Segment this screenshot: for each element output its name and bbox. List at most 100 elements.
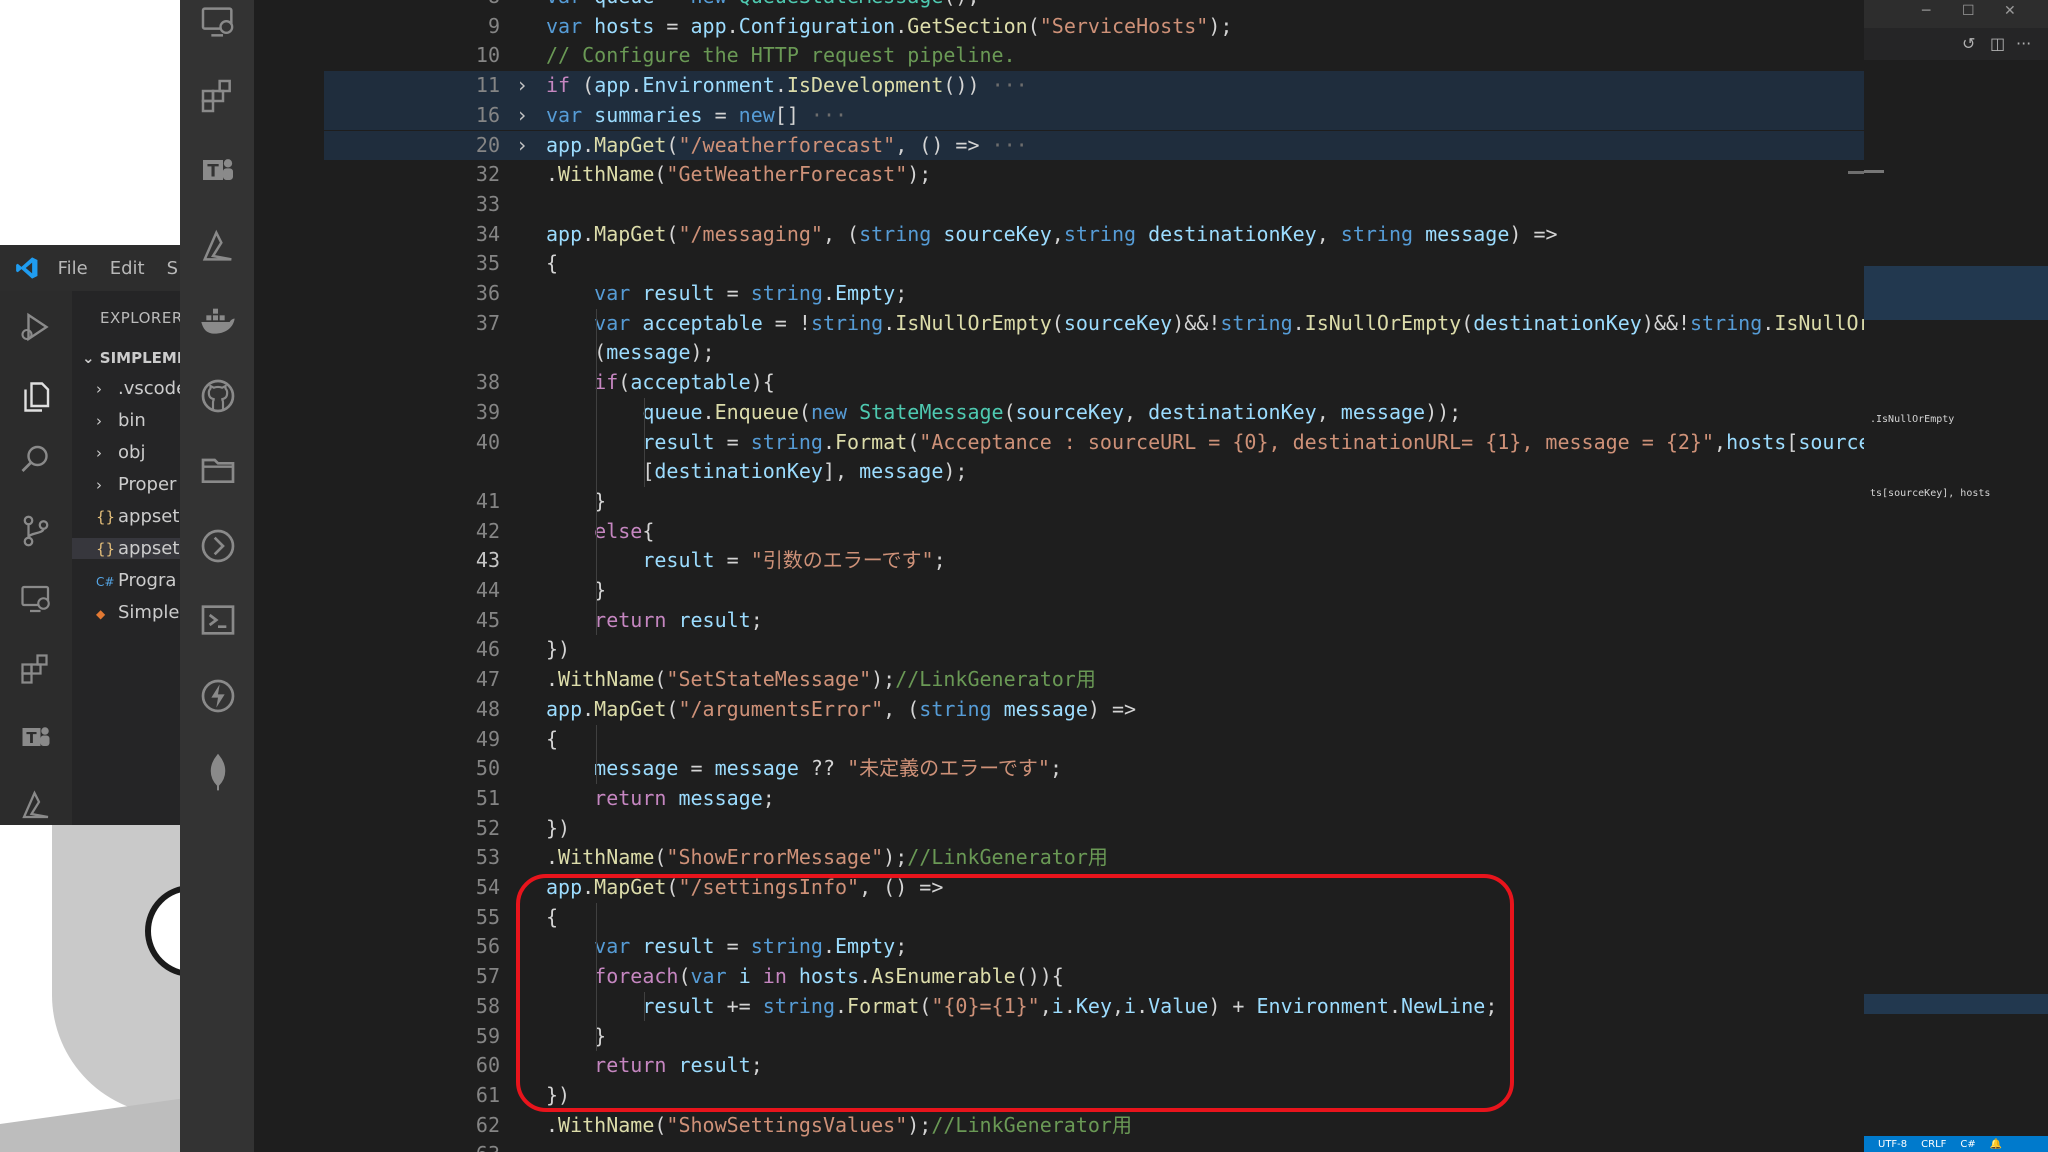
activity-bar: T (180, 0, 254, 1152)
code-line[interactable]: 57 foreach(var i in hosts.AsEnumerable()… (324, 962, 1864, 992)
code-line[interactable]: 55 { (324, 903, 1864, 933)
code-line[interactable]: 11 › if (app.Environment.IsDevelopment()) … (324, 71, 1864, 101)
menu-selection[interactable]: S (167, 258, 178, 279)
code-text: app.MapGet("/messaging", (string sourceK… (546, 221, 1558, 246)
remote-explorer-icon[interactable] (198, 2, 238, 42)
remote-explorer-icon[interactable] (18, 581, 54, 617)
line-number: 57 (475, 964, 500, 989)
code-text: app.MapGet("/settingsInfo", () => (546, 875, 944, 899)
vscode-logo-icon (16, 257, 38, 279)
explorer-icon[interactable] (18, 379, 54, 415)
azure-icon[interactable] (198, 226, 238, 266)
project-root-folder[interactable]: ⌄ SIMPLEME (82, 349, 187, 367)
minimize-icon[interactable]: ─ (1922, 3, 1930, 19)
code-line[interactable]: 53 .WithName("ShowErrorMessage");//LinkGe… (324, 843, 1864, 873)
code-line[interactable]: 37 var acceptable = !string.IsNullOrEmpt… (324, 309, 1931, 339)
split-editor-icon[interactable]: ◫ (1990, 34, 2005, 53)
github-icon[interactable] (198, 376, 238, 416)
code-line[interactable]: 58 result += string.Format("{0}={1}",i.K… (324, 992, 1864, 1022)
azure-icon[interactable] (18, 787, 54, 823)
code-line[interactable]: 36 var result = string.Empty; (324, 279, 1864, 309)
code-line[interactable]: 52}) (324, 814, 1864, 844)
code-line[interactable]: 38 if(acceptable){ (324, 368, 1864, 398)
tree-item-appsettings[interactable]: {} appset (96, 506, 179, 527)
fold-chevron-icon[interactable]: › (516, 131, 528, 161)
line-number: 56 (475, 934, 500, 959)
mongodb-leaf-icon[interactable] (198, 752, 238, 792)
line-number: 38 (475, 370, 500, 395)
tree-item-properties[interactable]: › Proper (96, 474, 176, 495)
code-line[interactable]: 48 app.MapGet("/argumentsError", (string … (324, 695, 1864, 725)
code-line[interactable]: 35 { (324, 249, 1864, 279)
history-icon[interactable]: ↺ (1962, 34, 1975, 53)
code-line[interactable]: 16 › var summaries = new[] ··· (324, 100, 1864, 131)
project-file-icon: ◆ (96, 607, 106, 621)
status-line-ending[interactable]: CRLF (1921, 1139, 1946, 1150)
code-line[interactable]: 42 else{ (324, 517, 1864, 547)
close-icon[interactable]: ✕ (2004, 3, 2016, 19)
code-line[interactable]: 56 var result = string.Empty; (324, 932, 1864, 962)
code-text: if (app.Environment.IsDevelopment()) ··· (546, 73, 1028, 98)
code-line[interactable]: 8 var queue = new QueueStateMessage(); (324, 0, 1864, 12)
code-line[interactable]: 50 message = message ?? "未定義のエラーです"; (324, 754, 1864, 784)
code-line[interactable]: 62 .WithName("ShowSettingsValues");//Link… (324, 1111, 1864, 1141)
run-debug-icon[interactable] (18, 309, 54, 345)
code-line[interactable]: 34 app.MapGet("/messaging", (string sourc… (324, 220, 1864, 250)
code-line[interactable]: 9 var hosts = app.Configuration.GetSectio… (324, 12, 1864, 42)
code-line[interactable]: 32 .WithName("GetWeatherForecast"); (324, 160, 1864, 190)
tree-item-program[interactable]: C# Progra (96, 570, 176, 591)
tree-item-bin[interactable]: › bin (96, 410, 146, 431)
code-line[interactable]: 47 .WithName("SetStateMessage");//LinkGen… (324, 665, 1864, 695)
menu-file[interactable]: File (58, 258, 88, 279)
code-line[interactable]: 61}) (324, 1081, 1864, 1111)
code-line[interactable]: 63 (324, 1140, 1864, 1152)
extensions-icon[interactable] (198, 76, 238, 116)
tree-item-simple[interactable]: ◆ Simple (96, 602, 179, 623)
code-line[interactable]: 59 } (324, 1022, 1864, 1052)
menu-edit[interactable]: Edit (110, 258, 145, 279)
scrollbar-thumb[interactable] (1848, 171, 1864, 174)
code-line[interactable]: 46}) (324, 635, 1864, 665)
folder-icon[interactable] (198, 450, 238, 490)
terminal-icon[interactable] (198, 600, 238, 640)
csharp-file-icon: C# (96, 575, 115, 589)
code-line[interactable]: 54 app.MapGet("/settingsInfo", () => (324, 873, 1864, 903)
code-line[interactable]: 20 › app.MapGet("/weatherforecast", () => … (324, 130, 1864, 161)
search-icon[interactable] (18, 441, 54, 477)
code-editor[interactable]: 8 var queue = new QueueStateMessage(); 9 va… (324, 0, 2003, 1152)
code-line[interactable]: 60 return result; (324, 1051, 1864, 1081)
extensions-icon[interactable] (18, 651, 54, 687)
fold-chevron-icon[interactable]: › (516, 71, 528, 101)
code-text: result = string.Format("Acceptance : sou… (642, 429, 2003, 454)
line-number: 43 (475, 548, 500, 573)
code-line[interactable]: 45 return result; (324, 606, 1864, 636)
code-line[interactable]: 44 } (324, 576, 1864, 606)
tree-item-obj[interactable]: › obj (96, 442, 145, 463)
code-line[interactable]: 39 queue.Enqueue(new StateMessage(source… (324, 398, 1864, 428)
code-line[interactable]: 33 (324, 190, 1864, 220)
code-line[interactable]: [destinationKey], message); (324, 457, 1864, 487)
fold-chevron-icon[interactable]: › (516, 101, 528, 131)
status-encoding[interactable]: UTF-8 (1878, 1139, 1907, 1150)
source-control-icon[interactable] (18, 513, 54, 549)
more-actions-icon[interactable]: ··· (2016, 34, 2031, 53)
lightning-icon[interactable] (198, 676, 238, 716)
line-number: 47 (475, 667, 500, 692)
timeline-icon[interactable] (198, 526, 238, 566)
code-line[interactable]: 49 { (324, 725, 1864, 755)
code-line[interactable]: 41 } (324, 487, 1864, 517)
teams-icon[interactable]: T (198, 150, 238, 190)
code-line[interactable]: 10 // Configure the HTTP request pipeline… (324, 41, 1864, 71)
code-text: message = message ?? "未定義のエラーです"; (594, 756, 1062, 781)
teams-icon[interactable]: T (18, 719, 54, 755)
notifications-icon[interactable]: 🔔 (1990, 1139, 2002, 1150)
maximize-icon[interactable]: ☐ (1962, 3, 1975, 19)
code-line[interactable]: (message); (324, 338, 1864, 368)
code-line[interactable]: 51 return message; (324, 784, 1864, 814)
code-text: var summaries = new[] ··· (546, 102, 848, 127)
code-line[interactable]: 43 result = "引数のエラーです"; (324, 546, 1864, 576)
tree-item-vscode[interactable]: › .vscode (96, 378, 187, 399)
docker-icon[interactable] (198, 302, 238, 342)
status-language[interactable]: C# (1960, 1139, 1975, 1150)
code-line[interactable]: 40 result = string.Format("Acceptance : … (324, 428, 2003, 458)
